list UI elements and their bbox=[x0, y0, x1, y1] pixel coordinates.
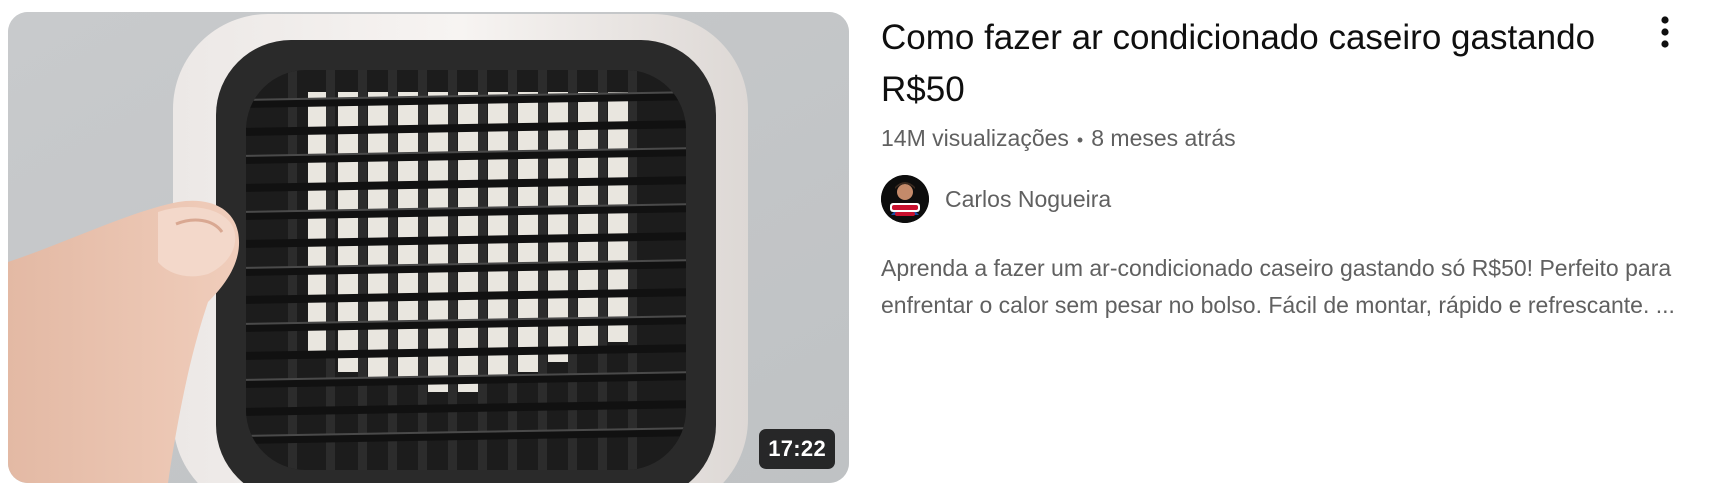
channel-avatar-icon bbox=[881, 175, 929, 223]
view-count: 14M visualizações bbox=[881, 125, 1069, 151]
video-thumbnail[interactable]: 17:22 bbox=[8, 12, 849, 483]
publish-date: 8 meses atrás bbox=[1091, 125, 1236, 151]
channel-avatar[interactable] bbox=[881, 175, 929, 223]
video-result: 17:22 Como fazer ar condicionado caseiro… bbox=[0, 0, 1711, 492]
channel-row: Carlos Nogueira bbox=[881, 174, 1693, 224]
meta-separator: • bbox=[1076, 130, 1084, 150]
more-vert-icon bbox=[1661, 16, 1669, 48]
video-description: Aprenda a fazer um ar-condicionado casei… bbox=[881, 255, 1675, 318]
duration-badge: 17:22 bbox=[759, 429, 835, 469]
more-options-button[interactable] bbox=[1645, 12, 1685, 52]
video-details: Como fazer ar condicionado caseiro gasta… bbox=[881, 12, 1693, 324]
video-metadata: 14M visualizações • 8 meses atrás bbox=[881, 122, 1693, 154]
video-title[interactable]: Como fazer ar condicionado caseiro gasta… bbox=[881, 12, 1611, 116]
channel-name[interactable]: Carlos Nogueira bbox=[945, 186, 1111, 213]
thumbnail-image bbox=[8, 12, 849, 483]
